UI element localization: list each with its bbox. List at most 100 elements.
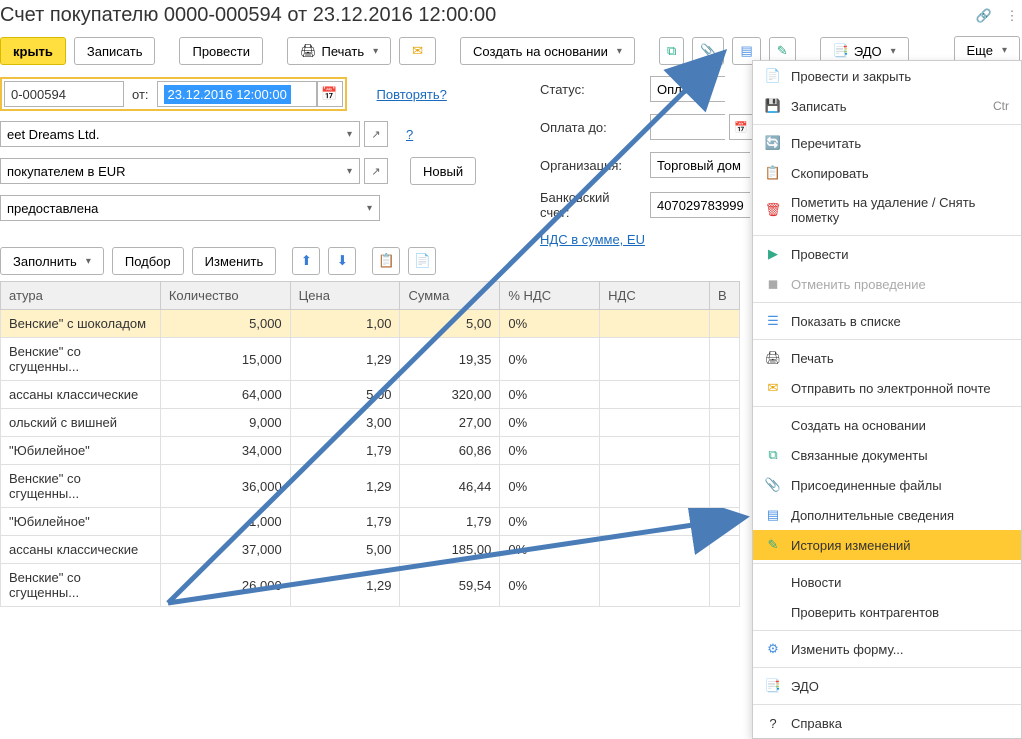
menu-print[interactable]: 🖨Печать <box>753 343 1021 373</box>
menu-edo[interactable]: 📑ЭДО <box>753 671 1021 701</box>
form-icon: ⚙ <box>765 641 781 657</box>
payment-input[interactable] <box>650 114 725 140</box>
move-up-button[interactable]: ⬆ <box>292 247 320 275</box>
repeat-link[interactable]: Повторять? <box>377 87 447 102</box>
table-header-row: атура Количество Цена Сумма % НДС НДС В <box>1 282 740 310</box>
structure-button[interactable]: ⧉ <box>659 37 684 65</box>
discount-dropdown[interactable]: ▾ <box>360 195 380 221</box>
history-icon: ✎ <box>777 43 788 59</box>
envelope-icon: ✉ <box>412 43 423 59</box>
delete-icon: 🗑 <box>765 202 781 218</box>
col-sum[interactable]: Сумма <box>400 282 500 310</box>
link-icon[interactable]: 🔗 <box>974 6 994 26</box>
paste-icon: 📄 <box>414 253 431 269</box>
reread-icon: 🔄 <box>765 135 781 151</box>
menu-history[interactable]: ✎История изменений <box>753 530 1021 560</box>
change-button[interactable]: Изменить <box>192 247 277 275</box>
contract-open[interactable]: ↗ <box>364 158 388 184</box>
copy-icon: 📋 <box>378 253 395 269</box>
date-input[interactable]: 23.12.2016 12:00:00 <box>157 81 317 107</box>
menu-news[interactable]: Новости <box>753 567 1021 597</box>
discount-input[interactable] <box>0 195 360 221</box>
col-price[interactable]: Цена <box>290 282 400 310</box>
table-row[interactable]: "Юбилейное"1,0001,791,790% <box>1 508 740 536</box>
copy-icon: 📋 <box>765 165 781 181</box>
menu-attached[interactable]: 📎Присоединенные файлы <box>753 470 1021 500</box>
bank-label: Банковский счет: <box>540 190 640 220</box>
menu-copy[interactable]: 📋Скопировать <box>753 158 1021 188</box>
table-row[interactable]: Венские" со сгущенны...26,0001,2959,540% <box>1 564 740 607</box>
menu-additional[interactable]: ▤Дополнительные сведения <box>753 500 1021 530</box>
nds-link[interactable]: НДС в сумме, EU <box>540 232 645 247</box>
counterparty-open[interactable]: ↗ <box>364 121 388 147</box>
number-date-box: 0-000594 от: 23.12.2016 12:00:00 📅 <box>0 77 347 111</box>
contract-dropdown[interactable]: ▾ <box>340 158 360 184</box>
menu-check[interactable]: Проверить контрагентов <box>753 597 1021 627</box>
col-nomenclature[interactable]: атура <box>1 282 161 310</box>
table-row[interactable]: Венские" со сгущенны...36,0001,2946,440% <box>1 465 740 508</box>
email-button[interactable]: ✉ <box>399 37 436 65</box>
calendar-icon: 📅 <box>321 86 337 102</box>
payment-cal[interactable]: 📅 <box>729 114 753 140</box>
table-row[interactable]: ассаны классические37,0005,00185,000% <box>1 536 740 564</box>
menu-reread[interactable]: 🔄Перечитать <box>753 128 1021 158</box>
from-label: от: <box>132 87 149 102</box>
status-input[interactable] <box>650 76 725 102</box>
menu-show-list[interactable]: ☰Показать в списке <box>753 306 1021 336</box>
table-row[interactable]: Венские" с шоколадом5,0001,005,000% <box>1 310 740 338</box>
menu-unpost[interactable]: ◼Отменить проведение <box>753 269 1021 299</box>
select-button[interactable]: Подбор <box>112 247 184 275</box>
contract-input[interactable] <box>0 158 340 184</box>
org-input[interactable] <box>650 152 750 178</box>
additional-icon: ▤ <box>765 507 781 523</box>
goods-table: атура Количество Цена Сумма % НДС НДС В … <box>0 281 740 607</box>
payment-label: Оплата до: <box>540 120 640 135</box>
counterparty-input[interactable] <box>0 121 340 147</box>
col-qty[interactable]: Количество <box>160 282 290 310</box>
printer-icon: 🖨 <box>300 43 317 59</box>
list-icon: ☰ <box>765 313 781 329</box>
menu-email[interactable]: ✉Отправить по электронной почте <box>753 373 1021 403</box>
new-contract-button[interactable]: Новый <box>410 157 476 185</box>
table-row[interactable]: Венские" со сгущенны...15,0001,2919,350% <box>1 338 740 381</box>
menu-create-based[interactable]: Создать на основании <box>753 410 1021 440</box>
kebab-icon[interactable]: ⋮ <box>1002 6 1022 26</box>
edo-icon: 📑 <box>765 678 781 694</box>
post-button[interactable]: Провести <box>179 37 263 65</box>
move-down-button[interactable]: ⬇ <box>328 247 356 275</box>
menu-related[interactable]: ⧉Связанные документы <box>753 440 1021 470</box>
col-vat-pct[interactable]: % НДС <box>500 282 600 310</box>
bank-input[interactable] <box>650 192 750 218</box>
info-icon: ▤ <box>740 43 752 59</box>
save-button[interactable]: Записать <box>74 37 156 65</box>
printer-icon: 🖨 <box>765 350 781 366</box>
status-label: Статус: <box>540 82 640 97</box>
paste-button[interactable]: 📄 <box>408 247 436 275</box>
menu-post[interactable]: ▶Провести <box>753 239 1021 269</box>
unpost-icon: ◼ <box>765 276 781 292</box>
calendar-button[interactable]: 📅 <box>317 81 343 107</box>
close-button[interactable]: крыть <box>0 37 66 65</box>
menu-save[interactable]: 💾ЗаписатьCtr <box>753 91 1021 121</box>
create-based-button[interactable]: Создать на основании <box>460 37 635 65</box>
org-label: Организация: <box>540 158 640 173</box>
paperclip-icon: 📎 <box>700 43 716 59</box>
table-row[interactable]: ассаны классические64,0005,00320,000% <box>1 381 740 409</box>
menu-form[interactable]: ⚙Изменить форму... <box>753 634 1021 664</box>
arrow-down-icon: ⬇ <box>337 253 348 269</box>
table-row[interactable]: "Юбилейное"34,0001,7960,860% <box>1 437 740 465</box>
table-row[interactable]: ольский с вишней9,0003,0027,000% <box>1 409 740 437</box>
save-icon: 💾 <box>765 98 781 114</box>
envelope-icon: ✉ <box>765 380 781 396</box>
counterparty-help[interactable]: ? <box>406 127 413 142</box>
col-vat[interactable]: НДС <box>600 282 710 310</box>
counterparty-dropdown[interactable]: ▾ <box>340 121 360 147</box>
copy-button[interactable]: 📋 <box>372 247 400 275</box>
attach-button[interactable]: 📎 <box>692 37 724 65</box>
menu-mark-delete[interactable]: 🗑Пометить на удаление / Снять пометку <box>753 188 1021 232</box>
menu-post-close[interactable]: 📄Провести и закрыть <box>753 61 1021 91</box>
fill-button[interactable]: Заполнить <box>0 247 104 275</box>
print-button[interactable]: 🖨Печать <box>287 37 391 65</box>
col-total[interactable]: В <box>709 282 739 310</box>
number-input[interactable]: 0-000594 <box>4 81 124 107</box>
